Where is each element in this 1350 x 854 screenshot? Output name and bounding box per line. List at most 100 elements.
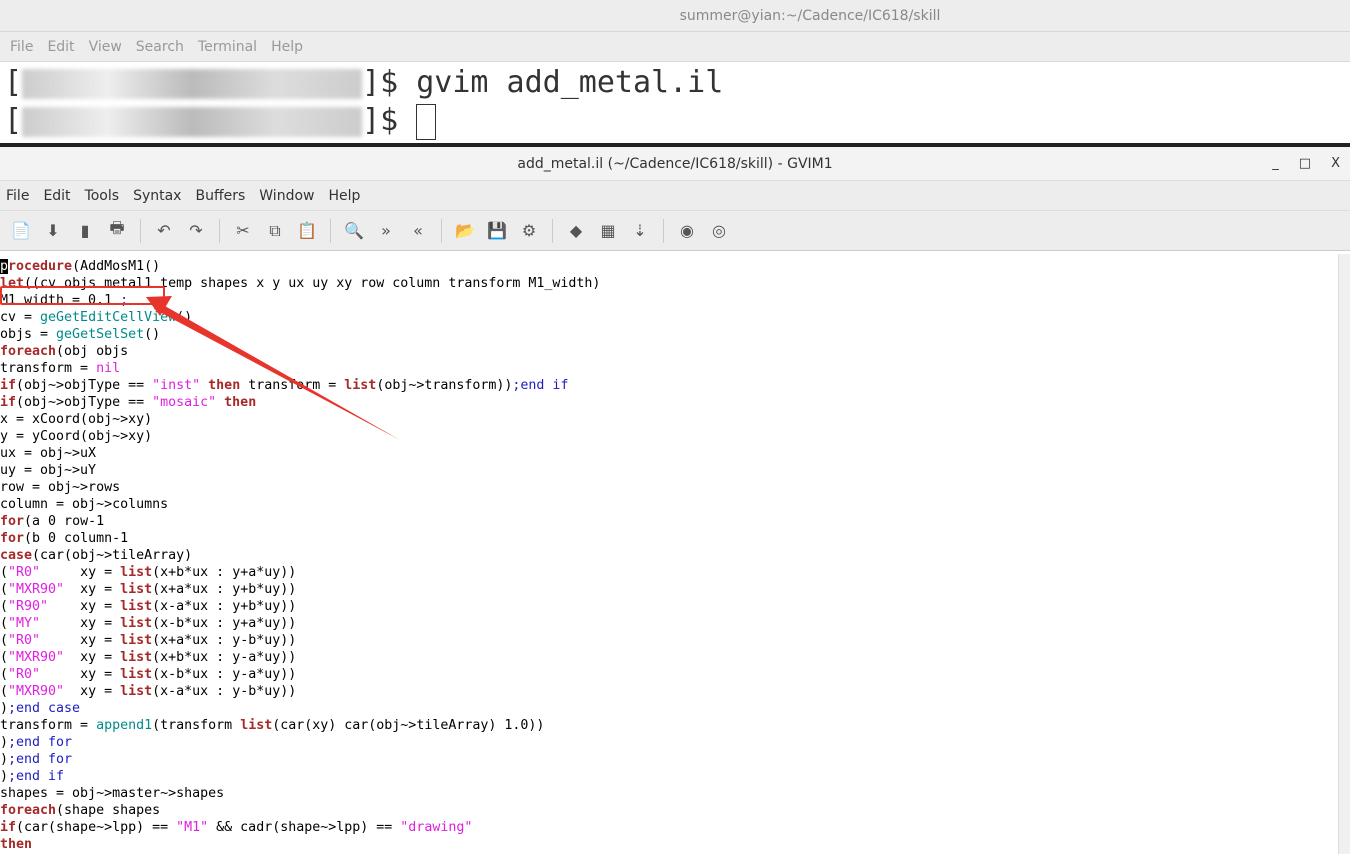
undo-icon[interactable]: ↶ bbox=[151, 218, 177, 244]
terminal-menu-view[interactable]: View bbox=[89, 39, 122, 55]
menu-tools[interactable]: Tools bbox=[85, 188, 120, 204]
code-token: geGetEditCellView bbox=[40, 310, 177, 325]
annotation-highlight-box bbox=[0, 286, 165, 305]
terminal-output[interactable]: []$ gvim add_metal.il []$ bbox=[0, 64, 1350, 140]
code-token: if bbox=[0, 395, 17, 410]
redacted-prompt bbox=[22, 106, 363, 137]
tags-icon[interactable]: ⇣ bbox=[627, 218, 653, 244]
make-icon[interactable]: ◆ bbox=[563, 218, 589, 244]
code-token: (obj~>objType == bbox=[16, 378, 153, 393]
terminal-menu-edit[interactable]: Edit bbox=[47, 39, 74, 55]
code-line: ("R0" xy = list(x+a*ux : y-b*uy)) bbox=[0, 632, 1338, 649]
terminal-menu-search[interactable]: Search bbox=[136, 39, 184, 55]
code-token: "R0" bbox=[8, 633, 41, 648]
menu-help[interactable]: Help bbox=[328, 188, 360, 204]
save-session-icon[interactable]: 💾 bbox=[484, 218, 510, 244]
code-token: (transform bbox=[152, 718, 241, 733]
menu-edit[interactable]: Edit bbox=[43, 188, 70, 204]
code-token: ;end if bbox=[512, 378, 569, 393]
code-token: ( bbox=[0, 650, 9, 665]
code-token: "R0" bbox=[8, 667, 41, 682]
minimize-button[interactable]: _ bbox=[1272, 147, 1279, 181]
code-token: (x-b*ux : y-a*uy)) bbox=[152, 667, 297, 682]
shell-icon[interactable]: ▦ bbox=[595, 218, 621, 244]
code-token: list bbox=[120, 616, 153, 631]
code-token: then bbox=[224, 395, 257, 410]
code-line: case(car(obj~>tileArray) bbox=[0, 547, 1338, 564]
code-token: list bbox=[120, 684, 153, 699]
print-icon[interactable]: 🖶 bbox=[104, 218, 130, 244]
vertical-scrollbar[interactable] bbox=[1338, 254, 1350, 854]
code-token: ( bbox=[0, 616, 9, 631]
run-script-icon[interactable]: ⚙ bbox=[516, 218, 542, 244]
code-line: ("R0" xy = list(x+b*ux : y+a*uy)) bbox=[0, 564, 1338, 581]
code-token: transform = bbox=[0, 718, 97, 733]
find-replace-icon[interactable]: 🔍 bbox=[341, 218, 367, 244]
find-prev-icon[interactable]: « bbox=[405, 218, 431, 244]
menu-syntax[interactable]: Syntax bbox=[133, 188, 181, 204]
save-all-icon[interactable]: ▮ bbox=[72, 218, 98, 244]
code-line: y = yCoord(obj~>xy) bbox=[0, 428, 1338, 445]
code-token: xy = bbox=[40, 667, 121, 682]
maximize-button[interactable]: □ bbox=[1299, 147, 1311, 181]
save-icon[interactable]: ⬇ bbox=[40, 218, 66, 244]
code-line: objs = geGetSelSet() bbox=[0, 326, 1338, 343]
code-token: (obj objs bbox=[56, 344, 129, 359]
code-token: xy = bbox=[40, 565, 121, 580]
gvim-title: add_metal.il (~/Cadence/IC618/skill) - G… bbox=[517, 156, 833, 172]
code-token: list bbox=[120, 565, 153, 580]
code-line: ("MXR90" xy = list(x+b*ux : y-a*uy)) bbox=[0, 649, 1338, 666]
code-token: y = yCoord(obj~>xy) bbox=[0, 429, 153, 444]
code-line: ux = obj~>uX bbox=[0, 445, 1338, 462]
code-token: uy = obj~>uY bbox=[0, 463, 97, 478]
code-token: then bbox=[208, 378, 241, 393]
cut-icon[interactable]: ✂ bbox=[230, 218, 256, 244]
code-token: "R0" bbox=[8, 565, 41, 580]
code-token: (x-a*ux : y+b*uy)) bbox=[152, 599, 297, 614]
find-next-icon[interactable]: » bbox=[373, 218, 399, 244]
find-help-icon[interactable]: ◎ bbox=[706, 218, 732, 244]
menu-window[interactable]: Window bbox=[259, 188, 314, 204]
code-token: p bbox=[0, 259, 9, 274]
code-line: );end case bbox=[0, 700, 1338, 717]
code-token: nil bbox=[96, 361, 121, 376]
code-token: foreach bbox=[0, 344, 57, 359]
code-token: "MY" bbox=[8, 616, 41, 631]
help-icon[interactable]: ◉ bbox=[674, 218, 700, 244]
code-token: ;end for bbox=[8, 752, 73, 767]
menu-file[interactable]: File bbox=[6, 188, 29, 204]
terminal-menu-terminal[interactable]: Terminal bbox=[198, 39, 257, 55]
terminal-cursor bbox=[416, 103, 437, 140]
code-token: geGetSelSet bbox=[56, 327, 145, 342]
gvim-window: add_metal.il (~/Cadence/IC618/skill) - G… bbox=[0, 143, 1350, 854]
code-token: (AddMosM1() bbox=[72, 259, 161, 274]
terminal-menu-file[interactable]: File bbox=[10, 39, 33, 55]
code-token: ( bbox=[0, 565, 9, 580]
load-session-icon[interactable]: 📂 bbox=[452, 218, 478, 244]
close-button[interactable]: X bbox=[1331, 147, 1340, 181]
menu-buffers[interactable]: Buffers bbox=[195, 188, 245, 204]
terminal-menu-help[interactable]: Help bbox=[271, 39, 303, 55]
code-token: list bbox=[120, 633, 153, 648]
terminal-window: summer@yian:~/Cadence/IC618/skill File Ed… bbox=[0, 0, 1350, 143]
code-token: xy = bbox=[48, 599, 121, 614]
code-token: list bbox=[120, 599, 153, 614]
terminal-line: []$ bbox=[4, 102, 1350, 140]
code-editor[interactable]: procedure(AddMosM1() let((cv objs metal1 … bbox=[0, 254, 1338, 854]
code-token: if bbox=[0, 378, 17, 393]
code-token: "drawing" bbox=[400, 820, 473, 835]
code-token: list bbox=[120, 667, 153, 682]
toolbar-separator bbox=[330, 218, 331, 243]
code-line: if(car(shape~>lpp) == "M1" && cadr(shape… bbox=[0, 819, 1338, 836]
code-token: ;end if bbox=[8, 769, 65, 784]
code-token: foreach bbox=[0, 803, 57, 818]
paste-icon[interactable]: 📋 bbox=[294, 218, 320, 244]
code-token: if bbox=[0, 820, 17, 835]
code-token: (b 0 column-1 bbox=[24, 531, 129, 546]
code-token: xy = bbox=[64, 650, 121, 665]
open-icon[interactable]: 📄 bbox=[8, 218, 34, 244]
code-token: list bbox=[240, 718, 273, 733]
copy-icon[interactable]: ⧉ bbox=[262, 218, 288, 244]
redo-icon[interactable]: ↷ bbox=[183, 218, 209, 244]
